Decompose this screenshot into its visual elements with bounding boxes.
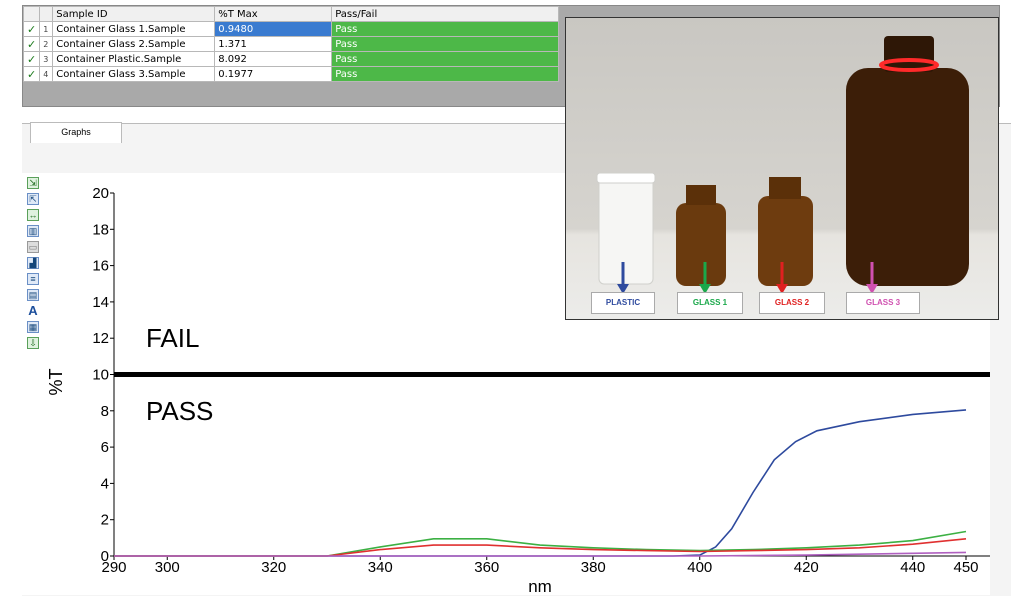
y-tick-label: 10 bbox=[92, 367, 109, 384]
y-tick-label: 18 bbox=[92, 221, 109, 238]
y-tick-label: 8 bbox=[101, 403, 109, 420]
label-plastic: PLASTIC bbox=[591, 292, 655, 314]
x-tick-label: 400 bbox=[687, 559, 712, 576]
x-tick-label: 340 bbox=[368, 559, 393, 576]
fail-annotation: FAIL bbox=[146, 323, 199, 353]
x-tick-label: 420 bbox=[794, 559, 819, 576]
containers-image bbox=[596, 36, 969, 294]
label-glass-1: GLASS 1 bbox=[677, 292, 743, 314]
x-tick-label: 320 bbox=[261, 559, 286, 576]
series-line-1 bbox=[114, 409, 967, 557]
series-line-3 bbox=[114, 538, 967, 557]
x-tick-label: 300 bbox=[155, 559, 180, 576]
y-tick-label: 2 bbox=[101, 512, 109, 529]
x-axis-label: nm bbox=[528, 577, 552, 595]
x-tick-label: 360 bbox=[474, 559, 499, 576]
x-tick-label: 440 bbox=[900, 559, 925, 576]
y-tick-label: 16 bbox=[92, 258, 109, 275]
y-tick-label: 20 bbox=[92, 185, 109, 202]
series-line-4 bbox=[114, 551, 967, 557]
pass-annotation: PASS bbox=[146, 396, 213, 426]
label-glass-3: GLASS 3 bbox=[846, 292, 920, 314]
y-tick-label: 12 bbox=[92, 330, 109, 347]
x-tick-label: 450 bbox=[953, 559, 978, 576]
y-axis-label: %T bbox=[46, 368, 66, 395]
y-tick-label: 4 bbox=[101, 475, 109, 492]
y-tick-label: 6 bbox=[101, 439, 109, 456]
x-tick-label: 380 bbox=[581, 559, 606, 576]
label-glass-2: GLASS 2 bbox=[759, 292, 825, 314]
container-photo: PLASTIC GLASS 1 GLASS 2 GLASS 3 bbox=[565, 17, 999, 320]
y-tick-label: 14 bbox=[92, 294, 109, 311]
chart-series bbox=[114, 409, 967, 557]
x-tick-label: 290 bbox=[101, 559, 126, 576]
series-line-2 bbox=[114, 530, 967, 557]
